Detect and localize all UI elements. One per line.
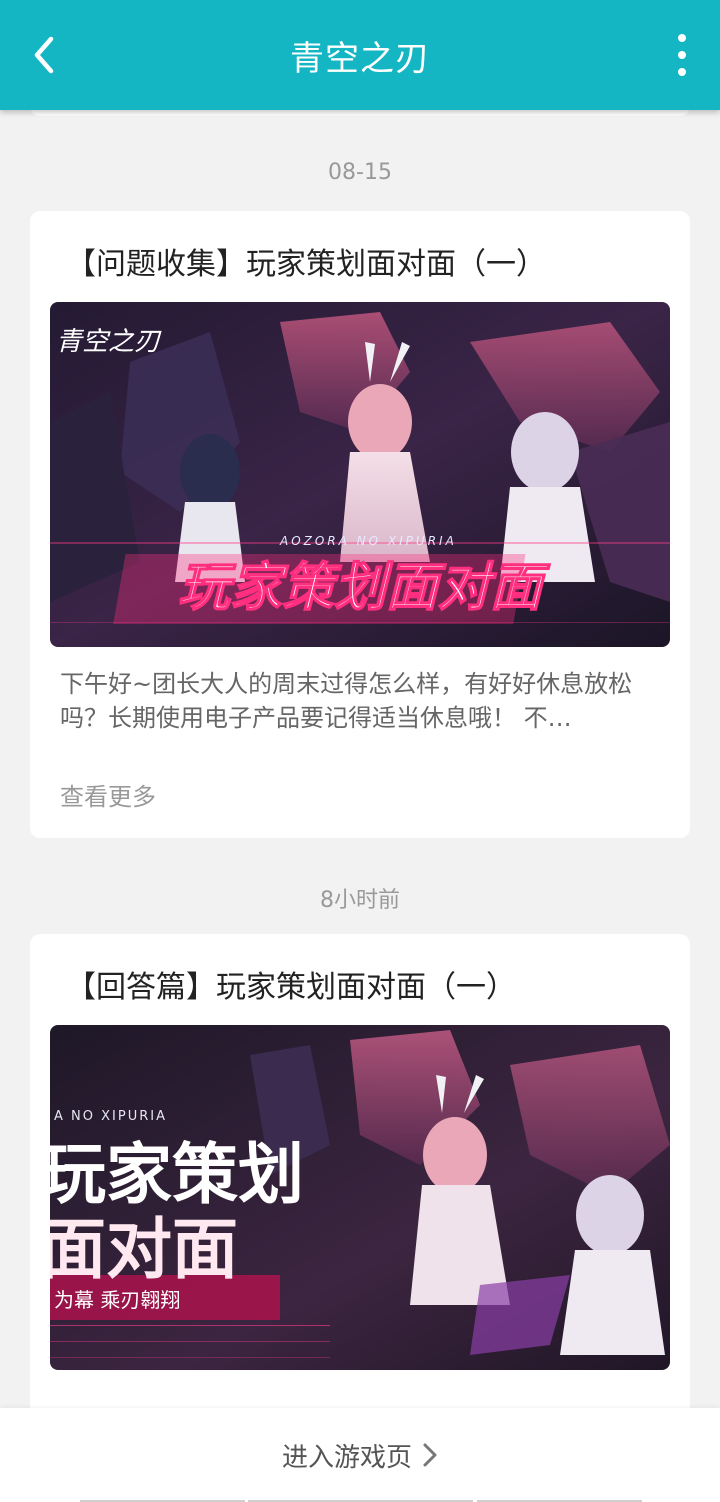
app-header: 青空之刃 — [0, 0, 720, 110]
post-title: 【回答篇】玩家策划面对面（一） — [66, 970, 516, 1005]
banner-subtitle: A NO XIPURIA — [54, 1109, 167, 1124]
post-excerpt: 下午好~团长大人的周末过得怎么样，有好好休息放松吗？长期使用电子产品要记得适当休… — [60, 670, 633, 732]
more-vertical-icon — [678, 34, 686, 42]
chevron-left-icon — [34, 36, 54, 74]
bottom-divider — [0, 1498, 720, 1502]
post-card[interactable]: 【问题收集】玩家策划面对面（一） 青空之刃 AOZORA NO XIPURIA … — [30, 211, 690, 838]
banner-tagline: 为幕 乘刃翱翔 — [54, 1288, 180, 1312]
banner-subtitle: AOZORA NO XIPURIA — [279, 534, 457, 548]
banner-logo: 青空之刃 — [56, 327, 162, 357]
post-date: 8小时前 — [320, 888, 400, 913]
page-title: 青空之刃 — [290, 38, 430, 79]
back-button[interactable] — [22, 30, 66, 80]
chevron-right-icon — [423, 1443, 437, 1467]
banner-main-text: 玩家策划面对面 — [178, 558, 551, 618]
enter-game-button[interactable]: 进入游戏页 — [282, 1437, 438, 1474]
post-banner-image[interactable]: 青空之刃 AOZORA NO XIPURIA 玩家策划面对面 — [50, 302, 670, 647]
post-banner-image[interactable]: A NO XIPURIA 玩家策划 面对面 为幕 乘刃翱翔 — [50, 1025, 670, 1370]
post-date: 08-15 — [328, 160, 392, 185]
banner-line2: 面对面 — [50, 1210, 238, 1288]
post-title: 【问题收集】玩家策划面对面（一） — [66, 247, 546, 282]
post-card[interactable]: 【回答篇】玩家策划面对面（一） A NO XIPURIA 玩家策划 面对面 为幕… — [30, 934, 690, 1434]
banner-line1: 玩家策划 — [50, 1135, 304, 1213]
view-more-link[interactable]: 查看更多 — [60, 777, 156, 812]
more-button[interactable] — [674, 34, 690, 76]
enter-game-label: 进入游戏页 — [281, 1442, 412, 1473]
bottom-bar: 进入游戏页 — [0, 1408, 720, 1502]
